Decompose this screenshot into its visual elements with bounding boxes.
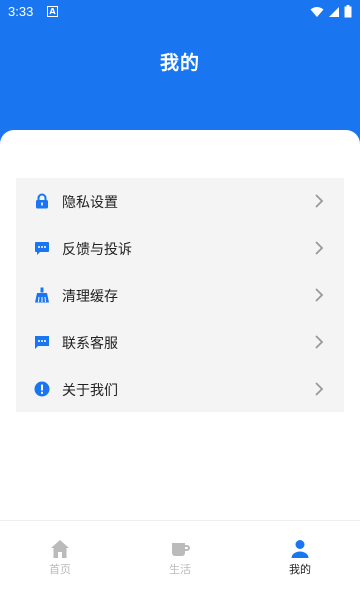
menu-item-label: 反馈与投诉 (62, 242, 132, 258)
bottom-nav: 首页 生活 我的 (0, 520, 360, 601)
menu-item-about-us[interactable]: 关于我们 (16, 366, 344, 413)
nav-tab-label: 生活 (169, 563, 191, 576)
menu-item-contact-support[interactable]: 联系客服 (16, 319, 344, 366)
broom-icon (35, 287, 49, 303)
chevron-right-icon (315, 241, 324, 255)
chevron-right-icon (315, 288, 324, 302)
menu-list: 隐私设置 反馈与投诉 清理缓存 联系客服 关于我们 (16, 178, 344, 412)
status-icons (310, 5, 352, 18)
menu-item-label: 联系客服 (62, 336, 118, 352)
lock-icon (36, 193, 48, 209)
message-icon (35, 336, 49, 349)
person-icon (291, 540, 309, 558)
nav-tab-home[interactable]: 首页 (0, 521, 120, 601)
nav-tab-label: 首页 (49, 563, 71, 576)
menu-item-label: 清理缓存 (62, 289, 118, 305)
chevron-right-icon (315, 194, 324, 208)
nav-tab-label: 我的 (289, 563, 311, 576)
signal-icon (329, 6, 339, 17)
nav-tab-life[interactable]: 生活 (120, 521, 240, 601)
chevron-right-icon (315, 335, 324, 349)
page-title: 我的 (159, 52, 200, 74)
nav-tab-mine[interactable]: 我的 (240, 521, 360, 601)
notification-icon: A (47, 6, 58, 17)
chevron-right-icon (315, 382, 324, 396)
menu-item-clear-cache[interactable]: 清理缓存 (16, 272, 344, 319)
coffee-cup-icon (172, 543, 190, 556)
info-icon (34, 381, 50, 397)
home-icon (51, 540, 69, 558)
menu-item-feedback[interactable]: 反馈与投诉 (16, 225, 344, 272)
status-time: 3:33 (8, 4, 34, 19)
menu-item-privacy-settings[interactable]: 隐私设置 (16, 178, 344, 225)
status-bar: 3:33 A (0, 0, 360, 24)
menu-item-label: 隐私设置 (62, 195, 118, 211)
menu-item-label: 关于我们 (62, 383, 118, 399)
battery-icon (344, 5, 352, 18)
feedback-bubble-icon (35, 242, 49, 255)
wifi-icon (310, 6, 324, 17)
